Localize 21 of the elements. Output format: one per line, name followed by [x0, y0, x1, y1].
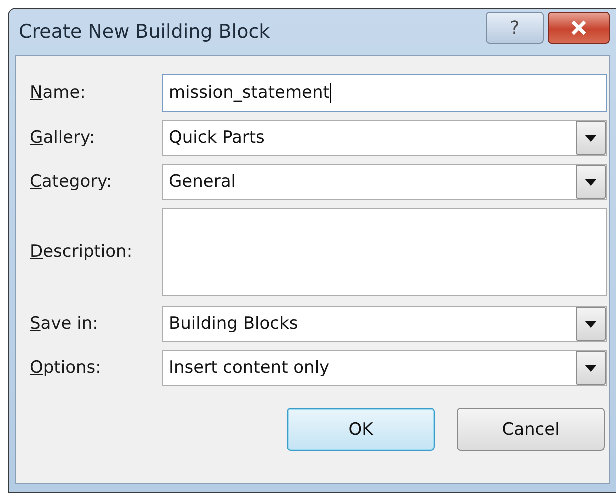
- caret-icon: [585, 178, 597, 186]
- caret-icon: [585, 320, 597, 328]
- field-label: Gallery:: [30, 128, 96, 148]
- caret-icon: [585, 364, 597, 372]
- dropdown[interactable]: Building Blocks: [162, 306, 607, 342]
- field-label: Options:: [30, 358, 102, 378]
- close-icon: [570, 20, 588, 36]
- field-label: Save in:: [30, 314, 100, 334]
- field-label: Description:: [30, 242, 134, 262]
- field-label: Name:: [30, 83, 87, 103]
- field-label: Category:: [30, 172, 114, 192]
- ok-button[interactable]: OK: [287, 408, 435, 451]
- close-button[interactable]: [548, 12, 610, 44]
- dropdown[interactable]: General: [162, 164, 607, 200]
- help-button[interactable]: ?: [486, 12, 544, 44]
- window-title: Create New Building Block: [19, 21, 270, 43]
- cancel-button[interactable]: Cancel: [457, 408, 605, 451]
- dropdown[interactable]: Insert content only: [162, 350, 607, 386]
- text-field[interactable]: mission_statement: [162, 74, 607, 112]
- caret-icon: [585, 134, 597, 142]
- dropdown[interactable]: Quick Parts: [162, 120, 607, 156]
